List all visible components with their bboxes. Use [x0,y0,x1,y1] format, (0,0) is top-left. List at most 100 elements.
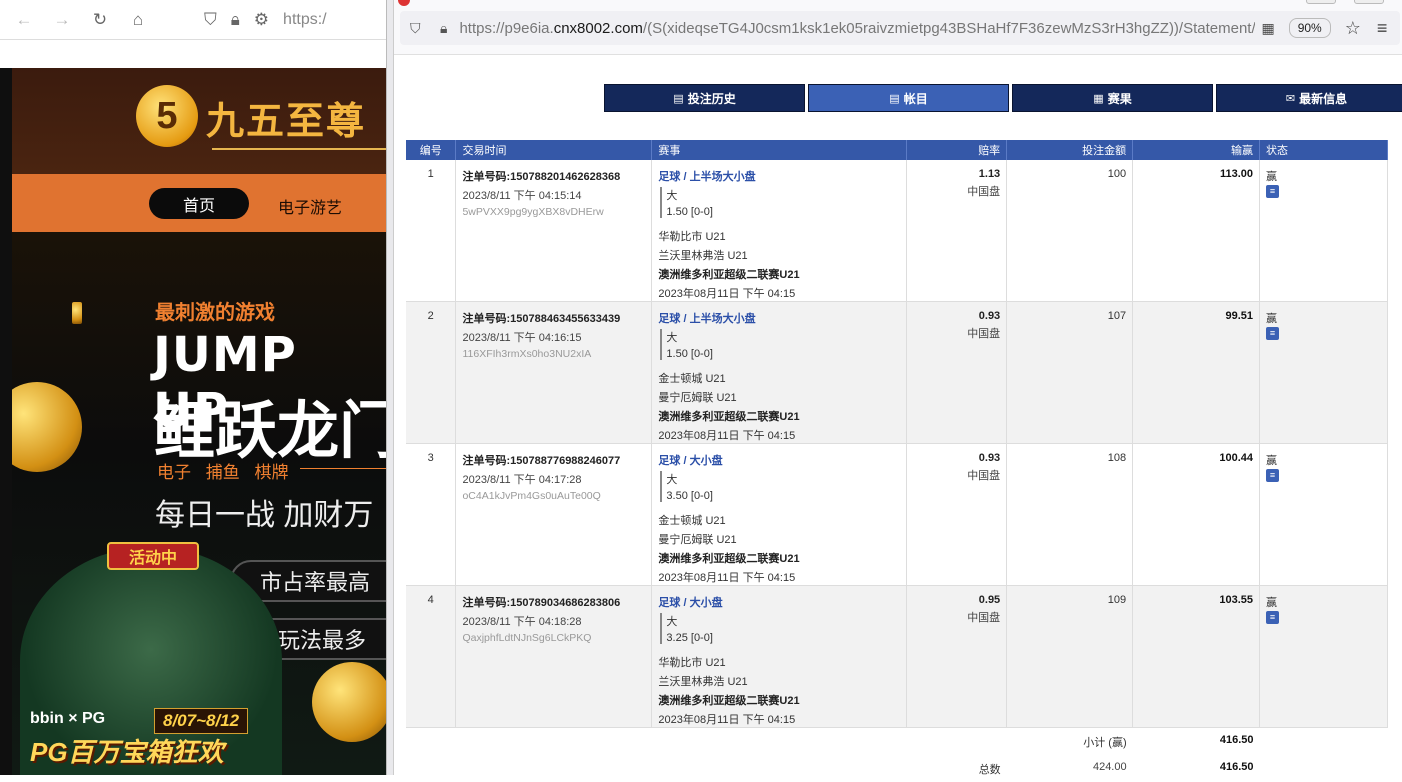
window-divider[interactable] [386,0,394,775]
promo-banner[interactable]: 最刺激的游戏 JUMP UP 鲤跃龙门 电子 捕鱼 棋牌 每日一战 加财万 市占… [12,232,387,775]
nav-games[interactable]: 电子游艺 [278,194,342,218]
reload-icon[interactable]: ↻ [90,10,110,30]
event-line: 3.25 [0-0] [666,632,713,644]
detail-icon[interactable]: ≡ [1266,327,1280,340]
permissions-icon: ⚙ [253,9,270,29]
event-selection: 大 [666,332,678,344]
table-header: 编号 交易时间 赛事 赔率 投注金额 输赢 状态 [406,140,1388,160]
event-selection-box: 大 3.50 [0-0] [660,471,900,502]
tab-bet-history[interactable]: ▤ 投注历史 [604,84,805,112]
order-time: 2023/8/11 下午 04:15:14 [462,190,582,202]
order-time: 2023/8/11 下午 04:16:15 [462,332,582,344]
detail-icon[interactable]: ≡ [1266,469,1280,482]
total-label: 总数 [978,763,1001,776]
statement-tabs: ▤ 投注历史 ▤ 帐目 ▦ 赛果 ✉ 最新信息 [604,84,1402,112]
left-toolbar: ← → ↻ ⌂ ⛉ 🔒︎ ⚙ https:/ [0,0,387,40]
right-toolbar: ⛉ 🔒︎ https://p9e6ia.cnx8002.com/(S(xideq… [394,0,1402,55]
row-no: 3 [406,443,457,586]
banner-daily: 每日一战 加财万 [155,499,374,532]
odds-value: 0.93 [978,452,1001,464]
tab-latest-info[interactable]: ✉ 最新信息 [1216,84,1402,112]
tab-account[interactable]: ▤ 帐目 [808,84,1009,112]
event-team-away: 曼宁厄姆联 U21 [658,392,737,404]
logo-icon[interactable]: 5 [136,85,198,147]
row-status-cell: 赢 ≡ [1259,443,1388,586]
site-header: 5 九五至尊 [12,68,387,174]
promo-title: PG百万宝箱狂欢 [30,737,224,767]
event-selection: 大 [666,474,678,486]
table-row: 3 注单号码:150788776988246077 2023/8/11 下午 04:… [406,443,1388,586]
shield-icon[interactable]: ⛉ [410,20,426,37]
url-domain: cnx8002.com [553,19,643,37]
event-league: 澳洲维多利亚超级二联赛U21 [658,411,800,423]
left-url-text: https:/ [283,10,327,28]
detail-icon[interactable]: ≡ [1266,611,1280,624]
event-title: 足球 / 大小盘 [658,597,723,609]
event-line: 1.50 [0-0] [666,206,713,218]
row-status-cell: 赢 ≡ [1259,160,1388,302]
coin-icon [72,302,82,324]
left-browser-window: ← → ↻ ⌂ ⛉ 🔒︎ ⚙ https:/ 5 九五至尊 首页 电子游艺 最刺… [0,0,387,775]
event-date: 2023年08月11日 下午 04:15 [658,572,796,584]
close-dot-icon[interactable] [398,0,410,6]
row-time-cell: 注单号码:150788201462628368 2023/8/11 下午 04:1… [455,160,653,302]
url-host: https://p9e6ia. [459,19,554,37]
row-event-cell: 足球 / 大小盘大 3.50 [0-0] 金士顿城 U21 曼宁厄姆联 U21 澳洲维多… [651,443,908,586]
order-time: 2023/8/11 下午 04:18:28 [462,616,582,628]
right-url-bar[interactable]: ⛉ 🔒︎ https://p9e6ia.cnx8002.com/(S(xideq… [400,11,1400,45]
row-win: 100.44 [1132,443,1261,586]
lock-icon[interactable]: 🔒︎ [440,20,447,37]
event-team-away: 曼宁厄姆联 U21 [658,534,737,546]
order-number: 注单号码:150788463455633439 [462,313,621,325]
row-stake: 100 [1006,160,1134,302]
odds-value: 0.95 [978,594,1001,606]
row-odds-cell: 0.95 中国盘 [906,585,1008,728]
promo-date: 8/07~8/12 [154,708,249,734]
nav-home[interactable]: 首页 [149,188,249,219]
shield-icon: ⛉ [204,9,217,29]
row-no: 2 [406,301,457,444]
back-icon[interactable]: ← [14,10,34,30]
col-odds: 赔率 [906,140,1008,160]
qr-code-icon[interactable]: ▦ [1261,20,1274,37]
event-team-home: 金士顿城 U21 [658,515,726,527]
event-selection: 大 [666,616,678,628]
logo-text[interactable]: 九五至尊 [206,90,366,145]
event-league: 澳洲维多利亚超级二联赛U21 [658,695,800,707]
event-league: 澳洲维多利亚超级二联赛U21 [658,553,800,565]
subtotal-win: 416.50 [1219,734,1254,746]
results-icon: ▦ [1093,92,1104,105]
detail-icon[interactable]: ≡ [1266,185,1280,198]
event-date: 2023年08月11日 下午 04:15 [658,430,796,442]
status-text: 赢 [1266,455,1278,467]
zoom-level[interactable]: 90% [1288,18,1331,38]
forward-icon[interactable]: → [52,10,72,30]
site-nav: 首页 电子游艺 [12,174,387,232]
home-icon[interactable]: ⌂ [128,10,148,30]
event-line: 1.50 [0-0] [666,348,713,360]
row-time-cell: 注单号码:150789034686283806 2023/8/11 下午 04:1… [455,585,653,728]
event-league: 澳洲维多利亚超级二联赛U21 [658,269,800,281]
banner-divider [300,468,387,469]
table-row: 4 注单号码:150789034686283806 2023/8/11 下午 04:… [406,585,1388,728]
event-date: 2023年08月11日 下午 04:15 [658,714,796,726]
promo-brand: bbin × PG [30,710,106,727]
order-number: 注单号码:150788201462628368 [462,171,621,183]
statement-table: 编号 交易时间 赛事 赔率 投注金额 输赢 状态 1 注单号码:150788201… [406,140,1388,782]
row-win: 113.00 [1132,160,1261,302]
event-title: 足球 / 上半场大小盘 [658,171,756,183]
subtotal-label: 小计 (赢) [1083,737,1127,749]
bookmark-star-icon[interactable]: ☆ [1345,18,1361,39]
row-event-cell: 足球 / 大小盘大 3.25 [0-0] 华勒比市 U21 兰沃里林弗浩 U21 澳洲维… [651,585,908,728]
order-hash: 5wPVXX9pg9ygXBX8vDHErw [462,206,604,218]
event-team-home: 金士顿城 U21 [658,373,726,385]
logo-ornament [212,148,387,150]
row-win: 103.55 [1132,585,1261,728]
row-stake: 108 [1006,443,1134,586]
url-text[interactable]: https://p9e6ia.cnx8002.com/(S(xideqseTG4… [459,20,1255,37]
left-url-bar[interactable]: ⛉ 🔒︎ ⚙ https:/ [204,10,327,30]
minimize-button[interactable] [1306,0,1336,4]
tab-results[interactable]: ▦ 赛果 [1012,84,1213,112]
maximize-button[interactable] [1354,0,1384,4]
menu-icon[interactable]: ≡ [1377,18,1388,39]
